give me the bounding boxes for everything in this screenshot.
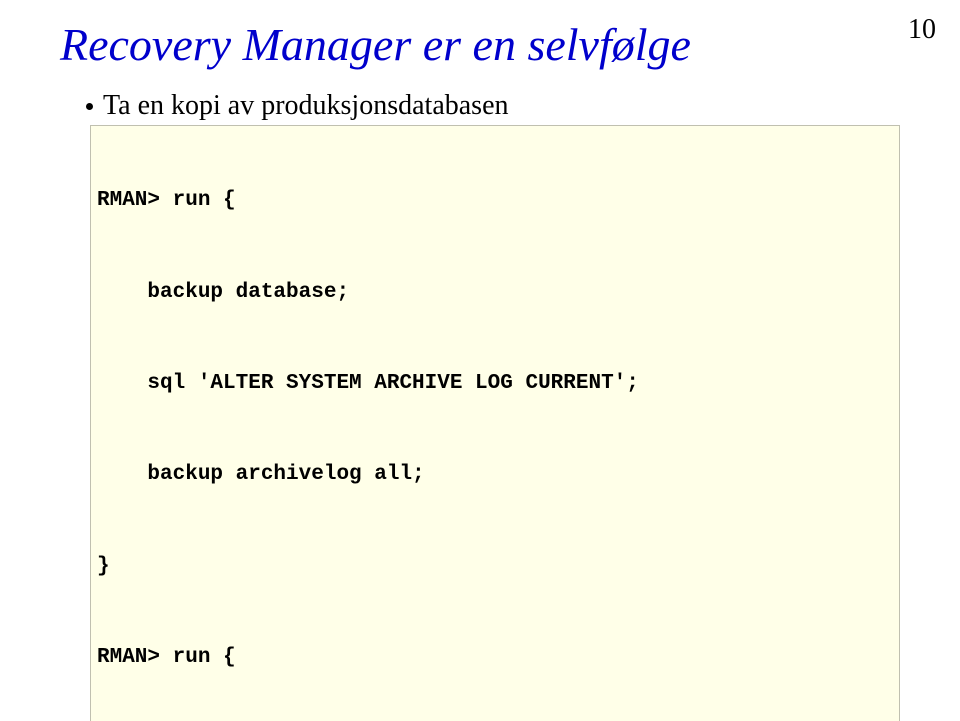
code-line: backup database;	[97, 278, 893, 308]
code-line: RMAN> run {	[97, 643, 893, 673]
bullet-1-text: Ta en kopi av produksjonsdatabasen	[103, 89, 509, 123]
code-block-1: RMAN> run { backup database; sql 'ALTER …	[90, 125, 900, 721]
code-line: backup archivelog all;	[97, 460, 893, 490]
code-line: }	[97, 552, 893, 582]
slide-title: Recovery Manager er en selvfølge	[60, 18, 910, 71]
code-line: sql 'ALTER SYSTEM ARCHIVE LOG CURRENT';	[97, 369, 893, 399]
bullet-1: Ta en kopi av produksjonsdatabasen	[86, 89, 910, 123]
slide: 10 Recovery Manager er en selvfølge Ta e…	[0, 0, 960, 721]
page-number: 10	[908, 14, 936, 46]
bullet-dot-icon	[86, 103, 93, 110]
code-line: RMAN> run {	[97, 186, 893, 216]
